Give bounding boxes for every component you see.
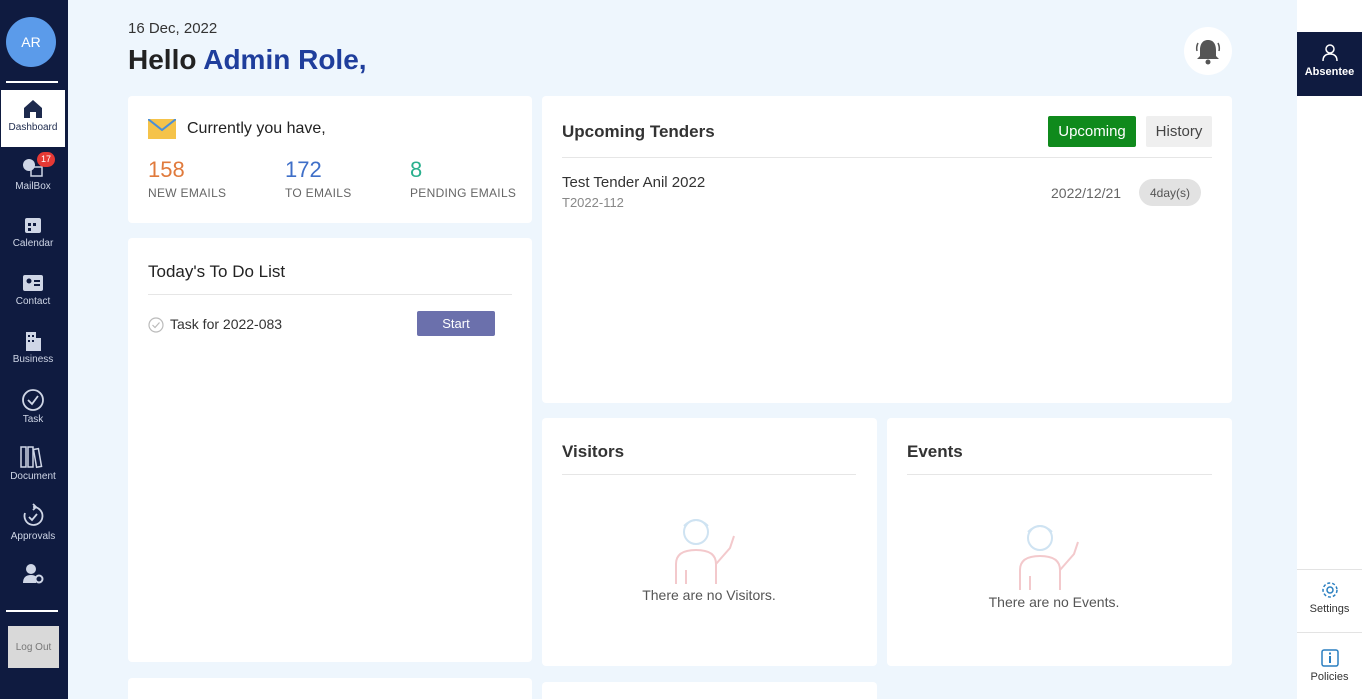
info-box-icon xyxy=(1320,649,1339,667)
divider xyxy=(562,474,856,475)
email-summary-card xyxy=(128,96,532,223)
avatar[interactable]: AR xyxy=(6,17,56,67)
user-name: Admin Role, xyxy=(203,44,367,75)
divider xyxy=(1297,569,1362,570)
divider xyxy=(562,157,1212,158)
sidebar-item-label: MailBox xyxy=(15,181,51,192)
building-icon xyxy=(26,332,41,351)
tenders-title: Upcoming Tenders xyxy=(562,122,715,141)
divider xyxy=(1297,632,1362,633)
sidebar-item-contact[interactable]: Contact xyxy=(0,272,66,307)
tender-code: T2022-112 xyxy=(562,195,624,210)
visitors-title: Visitors xyxy=(562,442,625,461)
todo-card xyxy=(128,238,532,662)
sidebar-item-calendar[interactable]: Calendar xyxy=(0,214,66,249)
page-title: Hello Admin Role, xyxy=(128,44,367,76)
logout-button[interactable]: Log Out xyxy=(8,626,59,668)
tab-history[interactable]: History xyxy=(1146,116,1212,147)
sidebar-item-label: Business xyxy=(12,354,54,365)
home-icon xyxy=(24,100,42,118)
sidebar-item-label: Calendar xyxy=(12,238,54,249)
policies-button[interactable]: Policies xyxy=(1297,649,1362,683)
pending-emails-count[interactable]: 8 xyxy=(410,157,422,183)
start-task-button[interactable]: Start xyxy=(417,311,495,336)
sidebar-item-label: Contact xyxy=(15,296,51,307)
divider xyxy=(907,474,1212,475)
visitors-empty-message: There are no Visitors. xyxy=(642,587,776,603)
todo-title: Today's To Do List xyxy=(148,262,286,281)
tab-upcoming[interactable]: Upcoming xyxy=(1048,116,1136,147)
greeting: Hello xyxy=(128,44,197,75)
left-sidebar: AR Dashboard MailBox 17 Calendar Contact… xyxy=(0,0,68,699)
sidebar-item-task[interactable]: Task xyxy=(0,388,66,425)
sidebar-item-business[interactable]: Business xyxy=(0,330,66,365)
bell-icon xyxy=(1195,40,1221,65)
bottom-card-middle xyxy=(542,682,877,699)
empty-person-illustration xyxy=(1019,525,1079,590)
envelope-icon xyxy=(148,119,176,139)
gear-icon xyxy=(1321,582,1338,598)
pending-emails-label: PENDING EMAILS xyxy=(410,186,517,200)
user-icon xyxy=(1321,44,1338,62)
bottom-card-left xyxy=(128,678,532,699)
binders-icon xyxy=(20,446,43,469)
current-date: 16 Dec, 2022 xyxy=(128,20,218,37)
email-summary-title: Currently you have, xyxy=(187,120,326,137)
tender-remaining-badge: 4day(s) xyxy=(1139,179,1201,206)
check-circle-icon[interactable] xyxy=(148,317,164,333)
tender-date: 2022/12/21 xyxy=(1051,185,1122,201)
empty-person-illustration xyxy=(675,519,735,584)
policies-label: Policies xyxy=(1310,671,1349,683)
absentee-label: Absentee xyxy=(1304,66,1355,78)
sidebar-item-label: Approvals xyxy=(10,531,56,542)
sidebar-item-document[interactable]: Document xyxy=(0,445,66,482)
tender-name[interactable]: Test Tender Anil 2022 xyxy=(562,174,705,191)
absentee-button[interactable]: Absentee xyxy=(1297,32,1362,96)
to-emails-label: TO EMAILS xyxy=(285,186,352,200)
events-title: Events xyxy=(907,442,963,461)
events-empty-message: There are no Events. xyxy=(988,594,1120,610)
refresh-check-icon xyxy=(23,503,44,526)
sidebar-item-label: Document xyxy=(10,471,56,482)
calendar-icon xyxy=(25,218,41,233)
divider xyxy=(6,81,58,83)
to-emails-count[interactable]: 172 xyxy=(285,157,322,183)
sidebar-item-label: Dashboard xyxy=(8,122,58,133)
contact-card-icon xyxy=(23,275,43,291)
user-gear-icon xyxy=(23,564,44,584)
mailbox-badge: 17 xyxy=(37,152,55,167)
sidebar-item-approvals[interactable]: Approvals xyxy=(0,503,66,542)
settings-label: Settings xyxy=(1309,603,1350,615)
sidebar-item-admin[interactable] xyxy=(0,562,66,588)
divider xyxy=(148,294,512,295)
check-circle-icon xyxy=(22,389,44,411)
settings-button[interactable]: Settings xyxy=(1297,581,1362,615)
right-sidebar: Absentee Settings Policies xyxy=(1297,0,1362,699)
sidebar-item-label: Task xyxy=(22,414,44,425)
sidebar-item-mailbox[interactable]: MailBox xyxy=(0,157,66,192)
sidebar-item-dashboard[interactable]: Dashboard xyxy=(1,90,65,147)
notifications-button[interactable] xyxy=(1184,27,1232,75)
divider xyxy=(6,610,58,612)
todo-task-label: Task for 2022-083 xyxy=(170,316,283,332)
new-emails-label: NEW EMAILS xyxy=(148,186,227,200)
new-emails-count[interactable]: 158 xyxy=(148,157,185,183)
